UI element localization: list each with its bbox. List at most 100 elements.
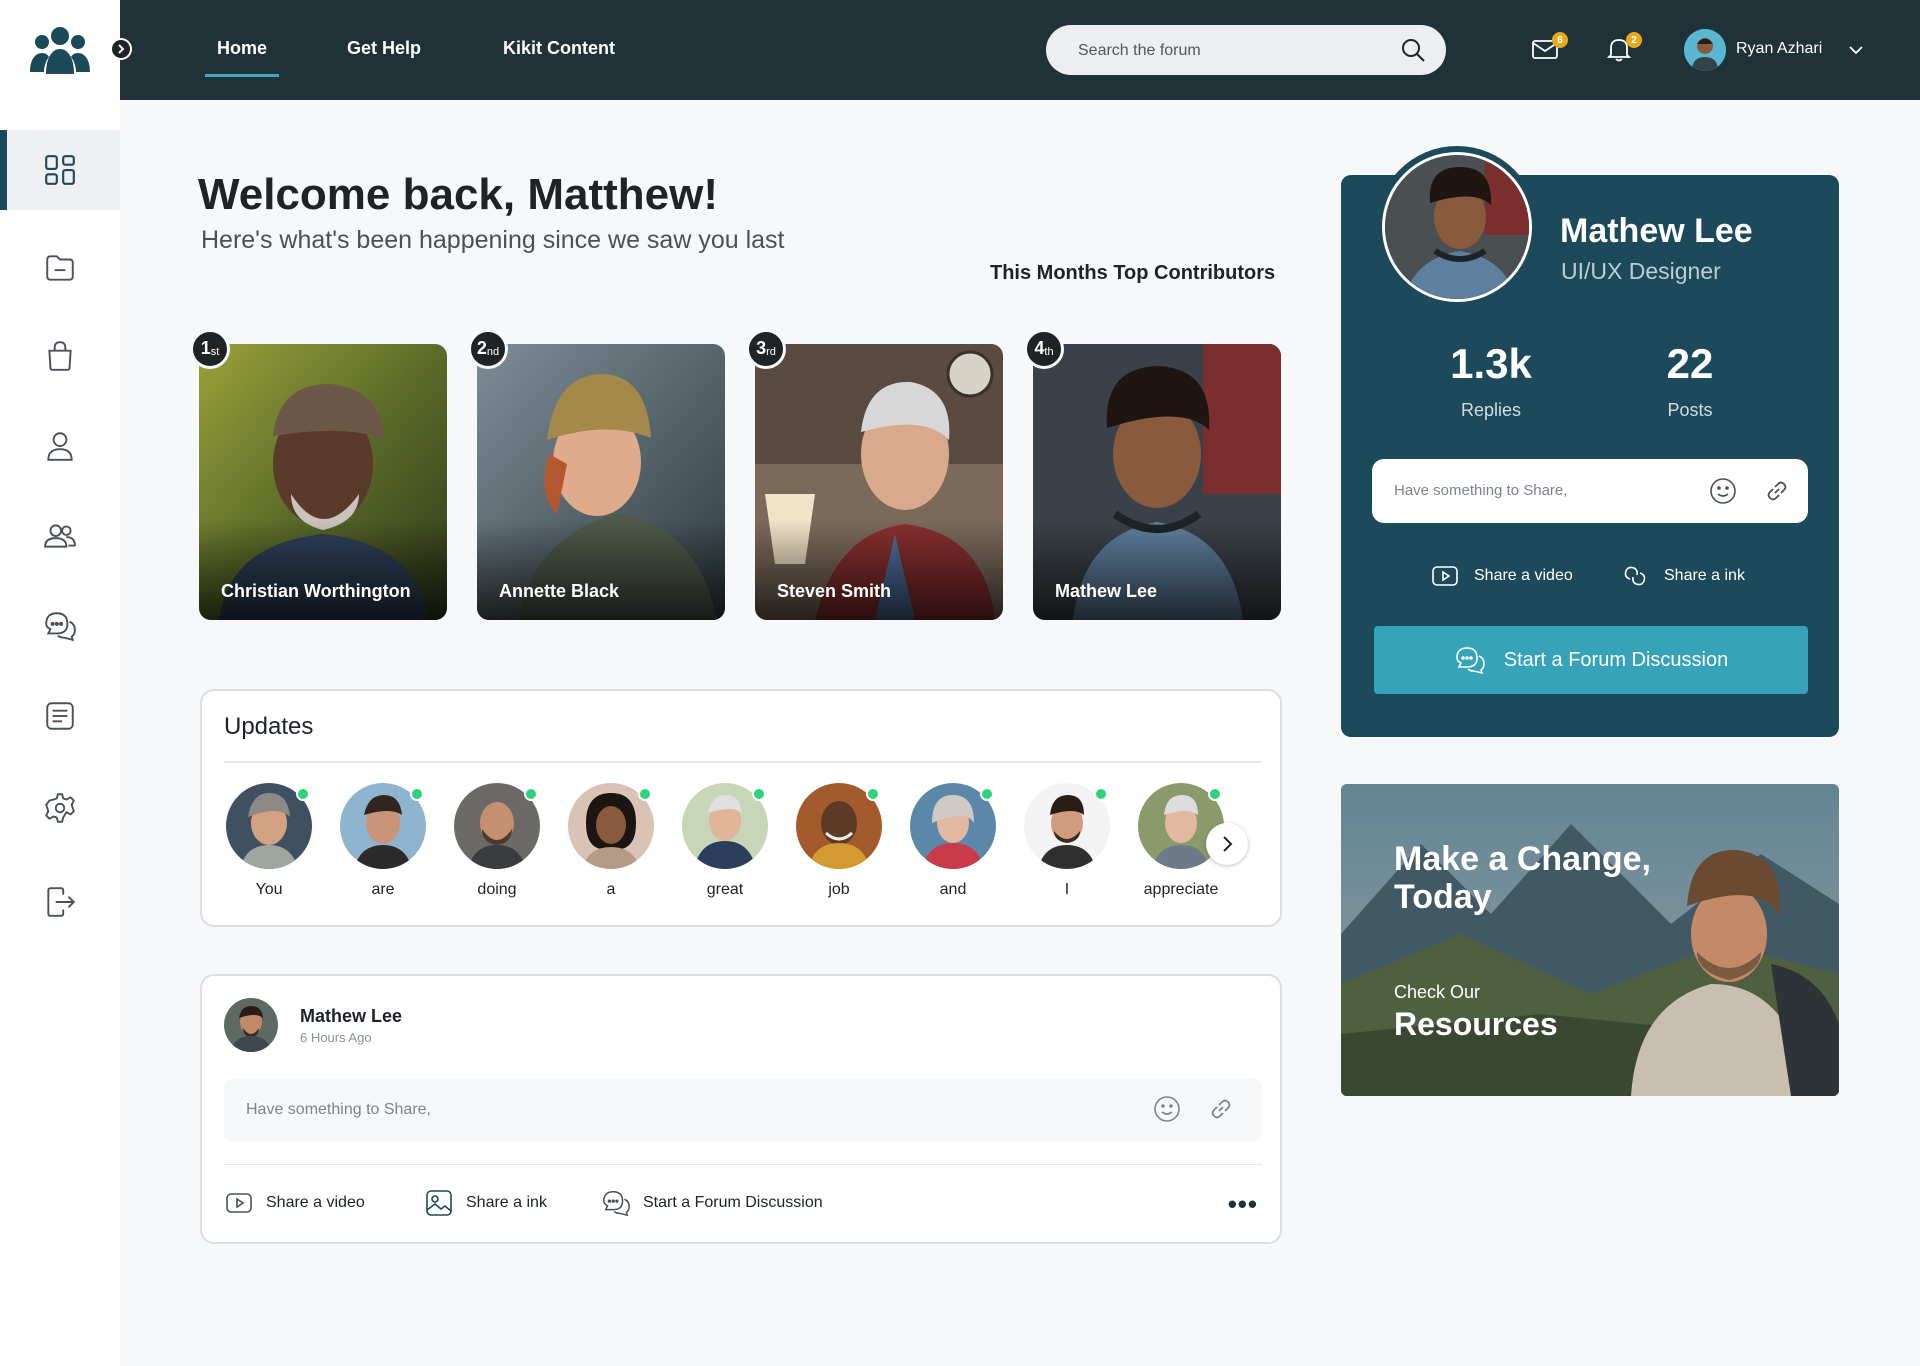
- emoji-icon[interactable]: [1708, 476, 1738, 506]
- replies-label: Replies: [1460, 400, 1522, 420]
- contributor-card[interactable]: Steven Smith: [755, 344, 1003, 620]
- contributor-card[interactable]: Mathew Lee: [1033, 344, 1281, 620]
- share-video-label: Share a video: [266, 1194, 365, 1211]
- avatar[interactable]: [1382, 152, 1532, 302]
- story-item[interactable]: are: [338, 783, 428, 899]
- video-icon: [226, 1193, 252, 1213]
- link-icon: [1624, 566, 1646, 586]
- start-forum-discussion-button[interactable]: Start a Forum Discussion: [601, 1188, 823, 1218]
- sidebar-item-shop[interactable]: [0, 316, 120, 396]
- emoji-icon[interactable]: [1152, 1094, 1182, 1124]
- post-composer-card: Mathew Lee 6 Hours Ago Have something to…: [200, 974, 1282, 1244]
- link-icon[interactable]: [1206, 1094, 1236, 1124]
- story-item[interactable]: and: [908, 783, 998, 899]
- tab-home[interactable]: Home: [204, 38, 280, 77]
- link-icon[interactable]: [1762, 476, 1792, 506]
- sidebar-item-profile[interactable]: [0, 406, 120, 486]
- forum-button-label: Start a Forum Discussion: [1503, 648, 1729, 671]
- story-label: great: [706, 881, 744, 898]
- profile-name: Mathew Lee: [1560, 212, 1753, 250]
- profile-share-link-button[interactable]: Share a ink: [1620, 561, 1745, 591]
- updates-next-button[interactable]: [1206, 823, 1248, 865]
- more-options-icon[interactable]: •••: [1228, 1191, 1258, 1217]
- sidebar-item-groups[interactable]: [0, 496, 120, 576]
- story-label: You: [255, 881, 283, 898]
- rank-badge: 3rd: [746, 329, 786, 369]
- profile-input-placeholder: Have something to Share,: [1394, 482, 1568, 499]
- story-label: I: [1064, 881, 1070, 898]
- post-timestamp: 6 Hours Ago: [300, 1030, 372, 1045]
- online-indicator: [1094, 787, 1108, 801]
- page-subtitle: Here's what's been happening since we sa…: [201, 226, 785, 254]
- community-logo-icon[interactable]: [28, 22, 92, 78]
- replies-count: 1.3k: [1450, 340, 1532, 387]
- contributor-card[interactable]: Christian Worthington: [199, 344, 447, 620]
- online-indicator: [980, 787, 994, 801]
- post-author[interactable]: Mathew Lee: [300, 1006, 402, 1027]
- updates-heading: Updates: [224, 713, 314, 740]
- image-icon: [426, 1190, 452, 1216]
- posts-label: Posts: [1667, 400, 1713, 420]
- page-title: Welcome back, Matthew!: [198, 170, 718, 219]
- contributor-name: Annette Black: [499, 581, 620, 601]
- tab-get-help[interactable]: Get Help: [347, 38, 421, 59]
- contributor-name: Christian Worthington: [221, 581, 411, 601]
- profile-share-input[interactable]: Have something to Share,: [1372, 459, 1808, 523]
- story-label: job: [828, 881, 850, 898]
- chevron-down-icon[interactable]: [1848, 42, 1864, 58]
- contributor-name: Mathew Lee: [1055, 581, 1158, 601]
- promo-resources-link[interactable]: Resources: [1394, 1006, 1558, 1043]
- sidebar-item-documents[interactable]: [0, 676, 120, 756]
- story-item[interactable]: great: [680, 783, 770, 899]
- story-label: doing: [477, 881, 517, 898]
- tab-kikit-content[interactable]: Kikit Content: [503, 38, 615, 59]
- sidebar-item-settings[interactable]: [0, 768, 120, 848]
- promo-subtitle: Check Our: [1394, 982, 1481, 1002]
- sidebar-item-dashboard[interactable]: [0, 130, 120, 210]
- rank-badge: 1st: [190, 329, 230, 369]
- contributor-name: Steven Smith: [777, 581, 892, 601]
- share-video-button[interactable]: Share a video: [224, 1188, 365, 1218]
- sidebar-item-messages[interactable]: [0, 586, 120, 666]
- resources-promo-banner[interactable]: Make a Change, Today Check Our Resources: [1341, 784, 1839, 1096]
- chat-icon: [45, 612, 76, 642]
- avatar[interactable]: [224, 998, 278, 1052]
- profile-role: UI/UX Designer: [1561, 258, 1721, 284]
- story-item[interactable]: job: [794, 783, 884, 899]
- sidebar-item-folder[interactable]: [0, 228, 120, 308]
- avatar[interactable]: [1684, 29, 1726, 71]
- notification-count-badge: 2: [1626, 32, 1642, 48]
- start-forum-discussion-label: Start a Forum Discussion: [643, 1194, 823, 1211]
- mail-count-badge: 6: [1552, 32, 1568, 48]
- top-contributors-heading: This Months Top Contributors: [990, 262, 1276, 284]
- post-share-input[interactable]: Have something to Share,: [224, 1078, 1262, 1142]
- notifications-button[interactable]: 2: [1604, 32, 1642, 64]
- story-item[interactable]: I: [1022, 783, 1112, 899]
- sidebar-item-logout[interactable]: [0, 862, 120, 942]
- document-icon: [46, 702, 74, 730]
- folder-icon: [46, 255, 74, 281]
- search-bar[interactable]: Search the forum: [1046, 25, 1446, 75]
- online-indicator: [410, 787, 424, 801]
- online-indicator: [296, 787, 310, 801]
- online-indicator: [1208, 787, 1222, 801]
- user-name[interactable]: Ryan Azhari: [1736, 40, 1822, 58]
- mail-button[interactable]: 6: [1530, 32, 1568, 64]
- story-item[interactable]: doing: [452, 783, 542, 899]
- online-indicator: [524, 787, 538, 801]
- gear-icon: [45, 793, 75, 823]
- sidebar-toggle-button[interactable]: [110, 38, 132, 60]
- search-input[interactable]: Search the forum: [1078, 42, 1201, 60]
- share-link-button[interactable]: Share a ink: [424, 1188, 547, 1218]
- story-item[interactable]: You: [224, 783, 314, 899]
- story-item[interactable]: a: [566, 783, 656, 899]
- user-icon: [47, 432, 73, 461]
- online-indicator: [866, 787, 880, 801]
- sidebar: [0, 0, 132, 1366]
- start-forum-discussion-button[interactable]: Start a Forum Discussion: [1374, 626, 1808, 694]
- contributor-card[interactable]: Annette Black: [477, 344, 725, 620]
- promo-title: Make a Change, Today: [1394, 840, 1651, 916]
- profile-share-video-button[interactable]: Share a video: [1430, 561, 1573, 591]
- search-icon[interactable]: [1400, 37, 1426, 63]
- profile-share-link-label: Share a ink: [1664, 567, 1745, 584]
